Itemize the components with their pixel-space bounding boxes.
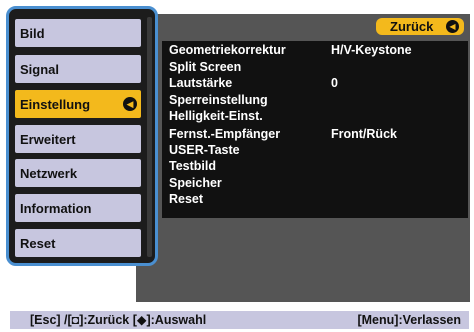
setting-label: Geometriekorrektur xyxy=(169,43,286,57)
sidebar-item-bild[interactable]: Bild xyxy=(15,19,141,47)
footer-hint-bar: [Esc] /[◘]:Zurück [◆]:Auswahl [Menu]:Ver… xyxy=(10,311,469,329)
setting-label: Testbild xyxy=(169,159,216,173)
setting-memory[interactable]: Speicher xyxy=(169,175,469,191)
sidebar-item-label: Information xyxy=(20,200,92,216)
sidebar-item-label: Reset xyxy=(20,235,56,251)
setting-label: Lautstärke xyxy=(169,76,233,90)
setting-value: 0 xyxy=(331,76,338,90)
footer-exit-hint: [Menu]:Verlassen xyxy=(357,313,461,327)
sidebar-menu: Bild Signal Einstellung ◀ Erweitert Netz… xyxy=(6,6,158,266)
sidebar-item-erweitert[interactable]: Erweitert xyxy=(15,125,141,153)
setting-value: Front/Rück xyxy=(331,127,397,141)
setting-label: Fernst.-Empfänger xyxy=(169,127,281,141)
sidebar-item-reset[interactable]: Reset xyxy=(15,229,141,257)
selected-arrow-icon: ◀ xyxy=(123,97,137,111)
sidebar-item-label: Signal xyxy=(20,61,60,77)
setting-value: H/V-Keystone xyxy=(331,43,412,57)
setting-volume[interactable]: Lautstärke 0 xyxy=(169,75,469,91)
setting-geometry-correction[interactable]: Geometriekorrektur H/V-Keystone xyxy=(169,42,469,58)
sidebar-item-information[interactable]: Information xyxy=(15,194,141,222)
setting-label: Helligkeit-Einst. xyxy=(169,109,263,123)
setting-label: Speicher xyxy=(169,176,222,190)
main-panel: Zurück ◀ Geometriekorrektur H/V-Keystone… xyxy=(136,14,470,302)
sidebar-item-label: Erweitert xyxy=(20,131,76,147)
sidebar-item-signal[interactable]: Signal xyxy=(15,55,141,83)
back-button-label: Zurück xyxy=(390,19,434,34)
setting-lock[interactable]: Sperreinstellung xyxy=(169,92,469,108)
sidebar-item-label: Bild xyxy=(20,25,45,41)
setting-label: Sperreinstellung xyxy=(169,93,268,107)
setting-brightness[interactable]: Helligkeit-Einst. xyxy=(169,108,469,124)
setting-label: USER-Taste xyxy=(169,143,240,157)
setting-remote-receiver[interactable]: Fernst.-Empfänger Front/Rück xyxy=(169,126,469,142)
sidebar-item-einstellung[interactable]: Einstellung ◀ xyxy=(15,90,141,118)
back-button[interactable]: Zurück ◀ xyxy=(376,18,464,35)
setting-reset[interactable]: Reset xyxy=(169,191,469,207)
footer-navigation-hint: [Esc] /[◘]:Zurück [◆]:Auswahl xyxy=(30,313,207,327)
setting-split-screen[interactable]: Split Screen xyxy=(169,59,469,75)
setting-label: Reset xyxy=(169,192,204,206)
sidebar-item-netzwerk[interactable]: Netzwerk xyxy=(15,159,141,187)
sidebar-item-label: Netzwerk xyxy=(20,165,78,181)
settings-list: Geometriekorrektur H/V-Keystone Split Sc… xyxy=(162,41,468,218)
setting-label: Split Screen xyxy=(169,60,242,74)
setting-user-button[interactable]: USER-Taste xyxy=(169,142,469,158)
setting-test-pattern[interactable]: Testbild xyxy=(169,158,469,174)
sidebar-item-label: Einstellung xyxy=(20,96,91,112)
projector-menu: Zurück ◀ Geometriekorrektur H/V-Keystone… xyxy=(6,6,470,302)
sidebar-scrollbar[interactable] xyxy=(147,17,152,257)
back-arrow-icon: ◀ xyxy=(446,20,459,33)
